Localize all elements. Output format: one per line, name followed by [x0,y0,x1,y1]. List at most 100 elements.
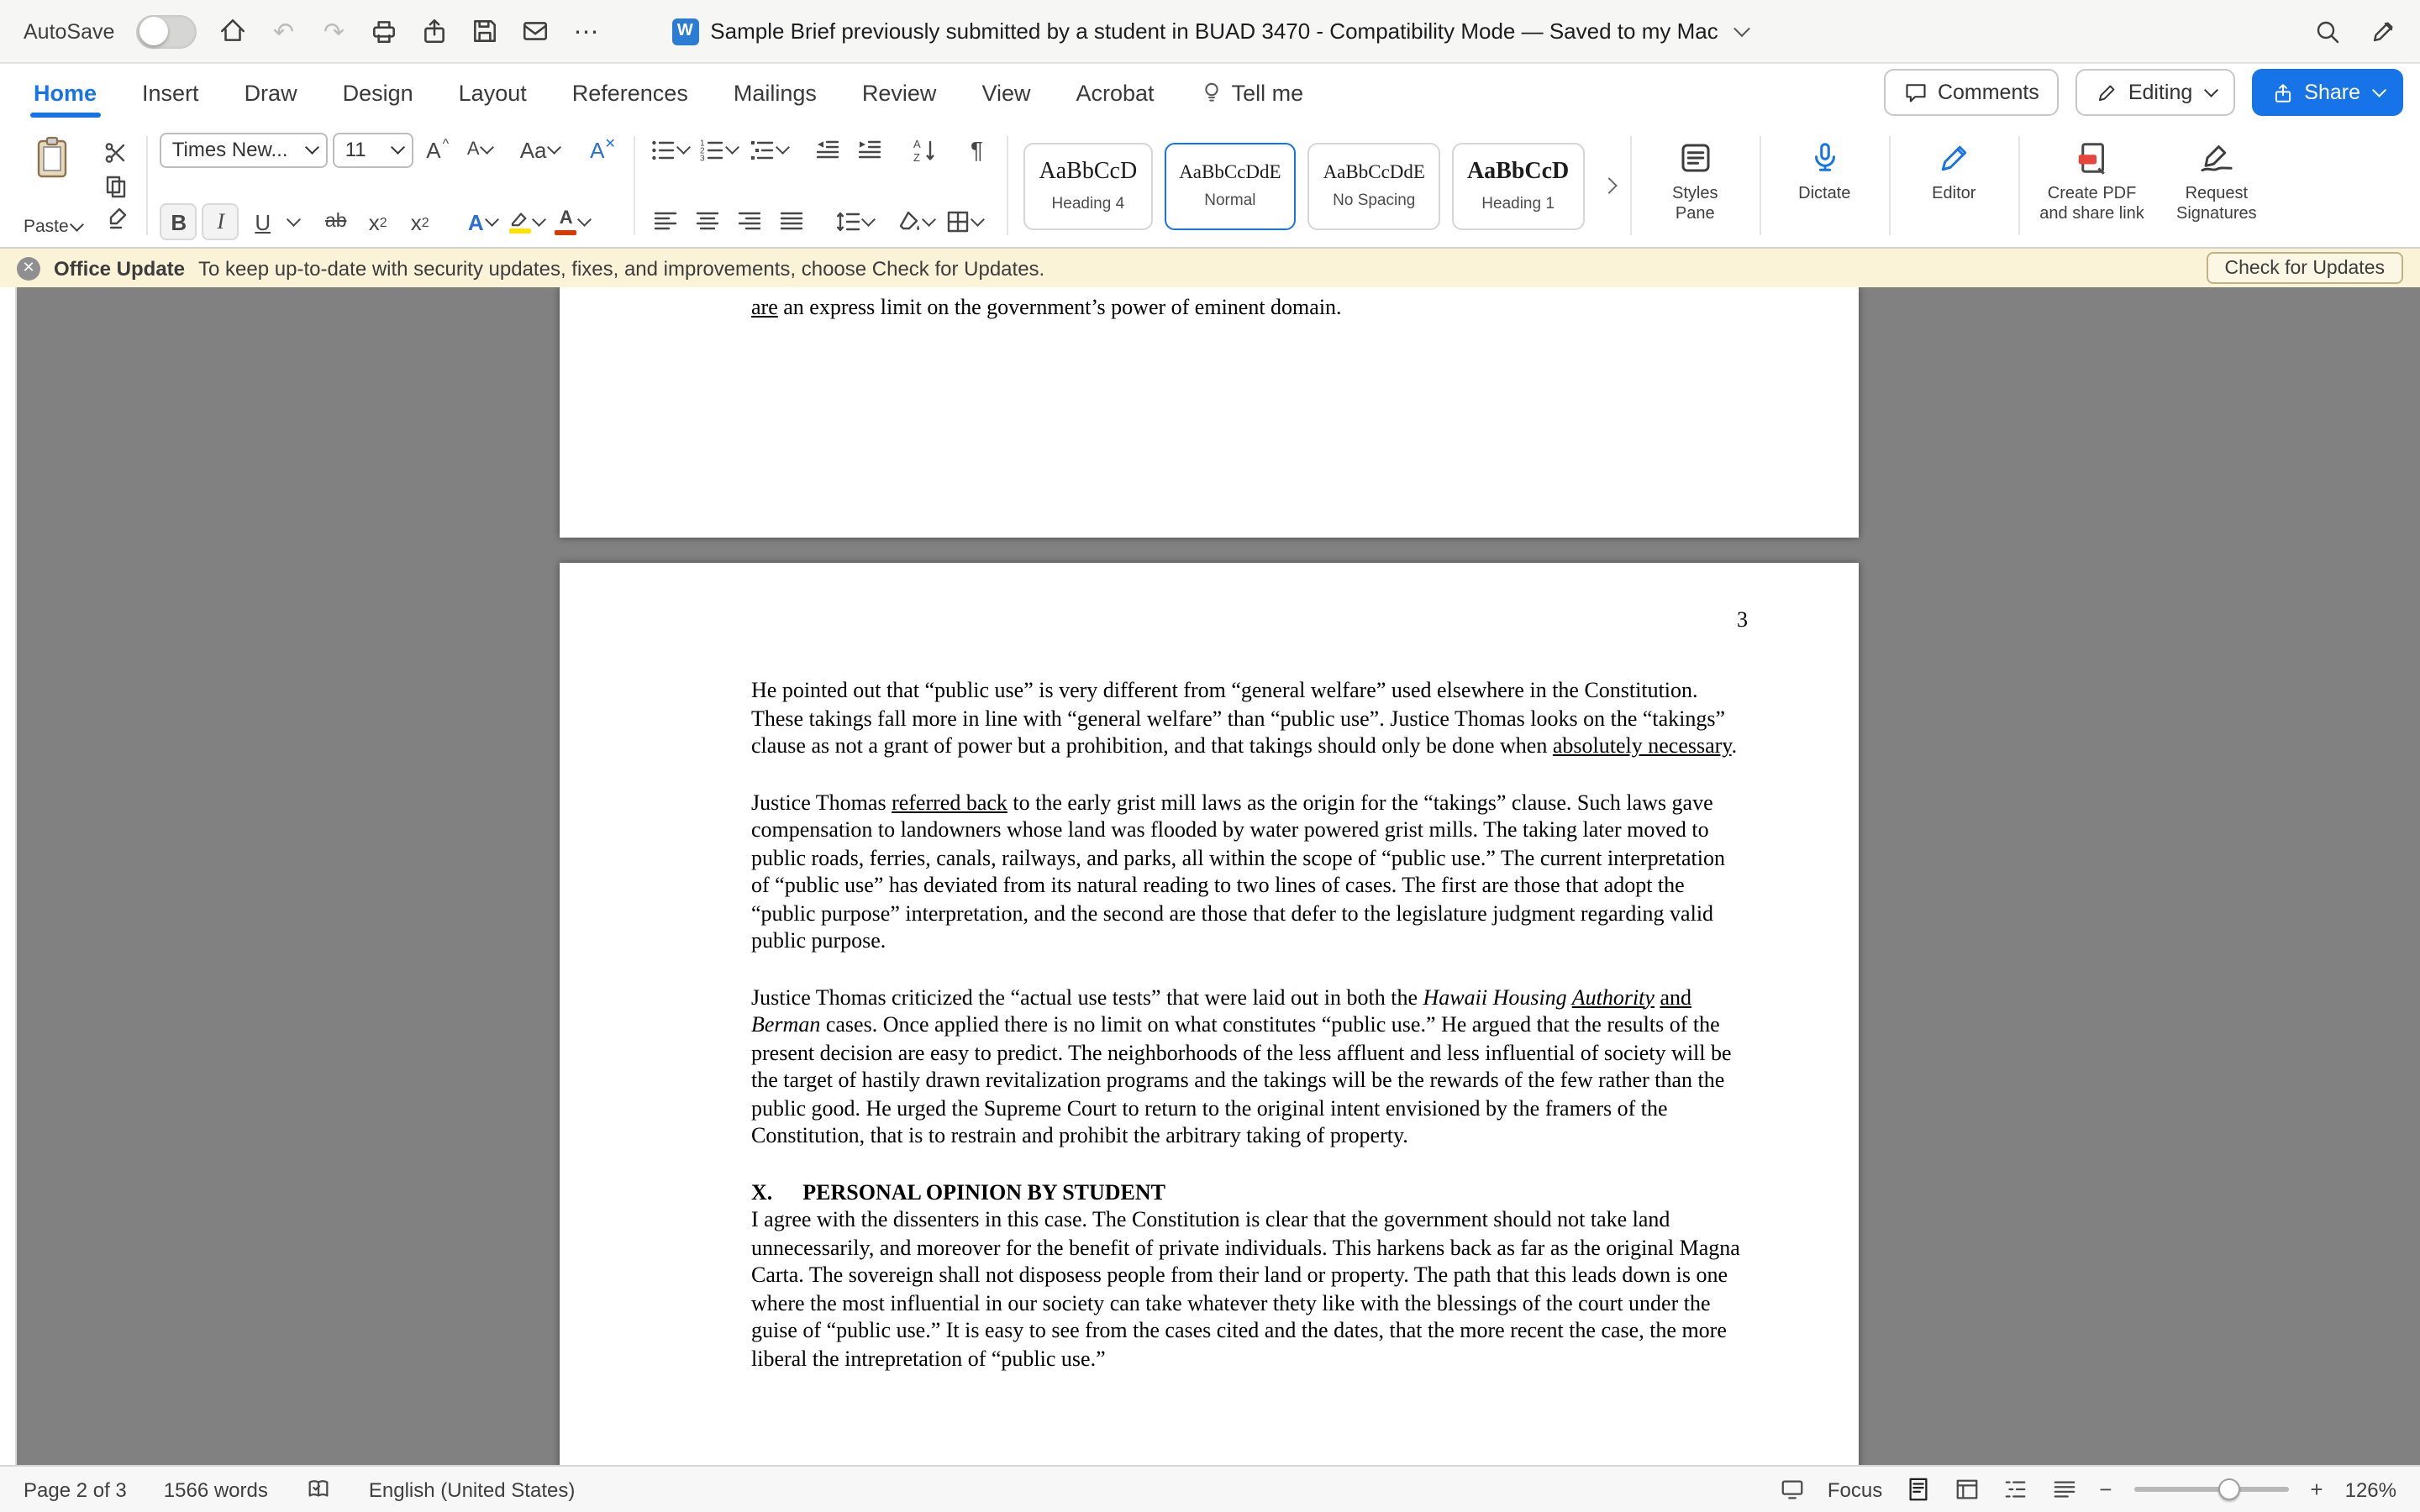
tab-home[interactable]: Home [34,64,97,121]
document-paragraph[interactable]: Justice Thomas criticized the “actual us… [751,984,1748,1150]
style-card-normal[interactable]: AaBbCcDdE Normal [1164,142,1296,229]
italic-button[interactable]: I [203,203,239,240]
request-signatures-button[interactable]: RequestSignatures [2165,131,2269,240]
undo-icon[interactable]: ↶ [269,17,297,45]
svg-text:3: 3 [701,154,706,162]
close-icon[interactable]: ✕ [17,256,40,280]
tab-acrobat[interactable]: Acrobat [1076,64,1155,121]
bold-button[interactable]: B [160,203,197,240]
justify-button[interactable] [773,203,810,240]
zoom-slider[interactable] [2133,1487,2288,1492]
tab-review[interactable]: Review [862,64,937,121]
style-gallery: AaBbCcD Heading 4 AaBbCcDdE Normal AaBbC… [1021,131,1618,240]
page-indicator[interactable]: Page 2 of 3 [24,1478,127,1501]
title-chevron-down-icon[interactable] [1734,20,1751,37]
search-icon[interactable] [2312,17,2341,45]
share-button[interactable]: Share [2252,69,2403,116]
style-card-heading4[interactable]: AaBbCcD Heading 4 [1024,142,1153,229]
tab-insert[interactable]: Insert [142,64,199,121]
tab-mailings[interactable]: Mailings [734,64,817,121]
view-outline-icon[interactable] [2002,1476,2028,1503]
style-card-no-spacing[interactable]: AaBbCcDdE No Spacing [1308,142,1440,229]
line-spacing-button[interactable] [832,203,876,240]
tab-view[interactable]: View [981,64,1030,121]
grow-font-button[interactable]: A^ [419,131,456,168]
numbering-button[interactable]: 123 [697,131,741,168]
tab-references[interactable]: References [572,64,688,121]
print-icon[interactable] [370,17,398,45]
document-paragraph[interactable]: He pointed out that “public use” is very… [751,677,1748,760]
create-pdf-button[interactable]: Create PDFand share link [2031,131,2153,240]
style-card-heading1[interactable]: AaBbCcD Heading 1 [1452,142,1584,229]
sort-button[interactable]: AZ [907,131,944,168]
autosave-toggle[interactable] [136,14,197,48]
superscript-button[interactable]: x2 [402,203,439,240]
editing-mode-button[interactable]: Editing [2076,69,2235,116]
gallery-expand-icon[interactable] [1596,180,1614,192]
chevron-down-icon [481,140,494,154]
font-name-select[interactable]: Times New... [160,132,329,167]
word-count[interactable]: 1566 words [164,1478,268,1501]
copy-button[interactable] [98,169,135,202]
editor-button[interactable]: Editor [1902,131,2006,240]
change-case-button[interactable]: Aa [517,131,563,168]
zoom-in-button[interactable]: + [2310,1477,2323,1502]
subscript-button[interactable]: x2 [360,203,397,240]
zoom-slider-thumb[interactable] [2219,1478,2241,1500]
shrink-font-button[interactable]: A [461,131,498,168]
clear-formatting-button[interactable]: A✕ [585,131,622,168]
highlight-color-button[interactable] [506,203,547,240]
focus-icon[interactable] [1779,1476,1806,1503]
redo-icon[interactable]: ↷ [319,17,348,45]
document-paragraph[interactable]: I agree with the dissenters in this case… [751,1206,1748,1373]
view-print-layout-icon[interactable] [1904,1476,1931,1503]
view-web-layout-icon[interactable] [1953,1476,1980,1503]
chevron-down-icon[interactable] [287,213,301,226]
view-draft-icon[interactable] [2050,1476,2077,1503]
font-color-button[interactable]: A [552,203,593,240]
cut-button[interactable] [98,136,135,169]
proofing-status-icon[interactable] [305,1476,332,1503]
dictate-button[interactable]: Dictate [1772,131,1876,240]
font-size-select[interactable]: 11 [334,132,414,167]
zoom-out-button[interactable]: − [2099,1477,2112,1502]
align-left-button[interactable] [647,203,684,240]
home-icon[interactable] [218,17,247,45]
format-painter-button[interactable] [98,202,135,235]
comments-button[interactable]: Comments [1884,69,2060,116]
save-icon[interactable] [471,17,499,45]
mail-icon[interactable] [521,17,550,45]
decrease-indent-button[interactable] [809,131,846,168]
page-3[interactable]: 3 He pointed out that “public use” is ve… [560,563,1859,1465]
shading-button[interactable] [895,203,938,240]
tab-layout[interactable]: Layout [459,64,527,121]
document-heading[interactable]: X.PERSONAL OPINION BY STUDENT [751,1179,1748,1206]
chevron-down-icon [305,140,318,154]
paste-button[interactable]: Paste [17,131,88,240]
bullets-button[interactable] [647,131,692,168]
document-paragraph[interactable]: Justice Thomas referred back to the earl… [751,789,1748,955]
page-number: 3 [751,606,1748,633]
align-right-button[interactable] [731,203,768,240]
borders-button[interactable] [943,203,986,240]
more-icon[interactable]: ⋯ [571,17,600,45]
show-formatting-marks-button[interactable]: ¶ [959,131,996,168]
tab-design[interactable]: Design [343,64,413,121]
increase-indent-button[interactable] [851,131,888,168]
strikethrough-button[interactable]: ab [318,203,355,240]
tab-draw[interactable]: Draw [245,64,297,121]
export-icon[interactable] [420,17,449,45]
check-for-updates-button[interactable]: Check for Updates [2207,252,2404,284]
clipboard-icon [32,134,72,190]
pencil-icon[interactable] [2368,17,2396,45]
language-indicator[interactable]: English (United States) [369,1478,575,1501]
align-center-button[interactable] [689,203,726,240]
tab-tell-me[interactable]: Tell me [1200,64,1304,121]
text-effects-button[interactable]: A [464,203,501,240]
zoom-percent[interactable]: 126% [2345,1478,2396,1501]
page-2-partial[interactable]: are an express limit on the government’s… [560,287,1859,538]
styles-pane-button[interactable]: StylesPane [1643,131,1747,240]
focus-label[interactable]: Focus [1828,1478,1882,1501]
multilevel-list-button[interactable] [746,131,791,168]
underline-button[interactable]: U [245,203,281,240]
